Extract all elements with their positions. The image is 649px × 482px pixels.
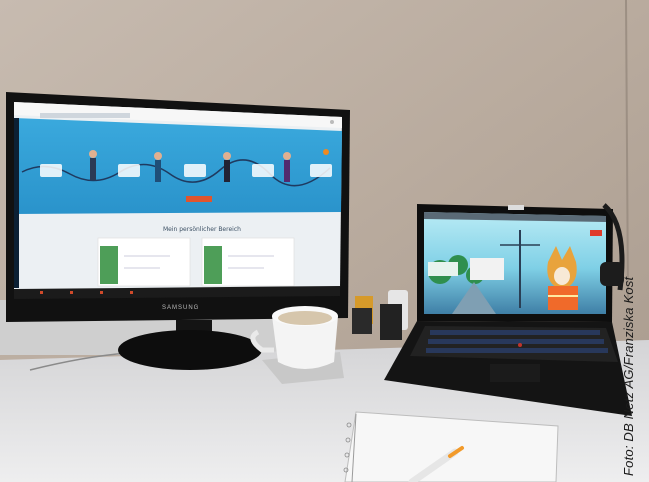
- monitor-stand: [118, 330, 262, 370]
- photo-credit: Foto: DB Netz AG/Franziska Kost: [621, 276, 636, 476]
- monitor-screen: Mein persönlicher Bereich: [14, 102, 342, 292]
- hero-button: [186, 196, 212, 202]
- scene-svg: Mein persönlicher Bereich SAMSUNG: [0, 0, 649, 482]
- photo-scene: Mein persönlicher Bereich SAMSUNG: [0, 0, 649, 482]
- screen-heading: Mein persönlicher Bereich: [163, 226, 241, 233]
- monitor-brand: SAMSUNG: [162, 305, 199, 311]
- laptop: [384, 203, 632, 416]
